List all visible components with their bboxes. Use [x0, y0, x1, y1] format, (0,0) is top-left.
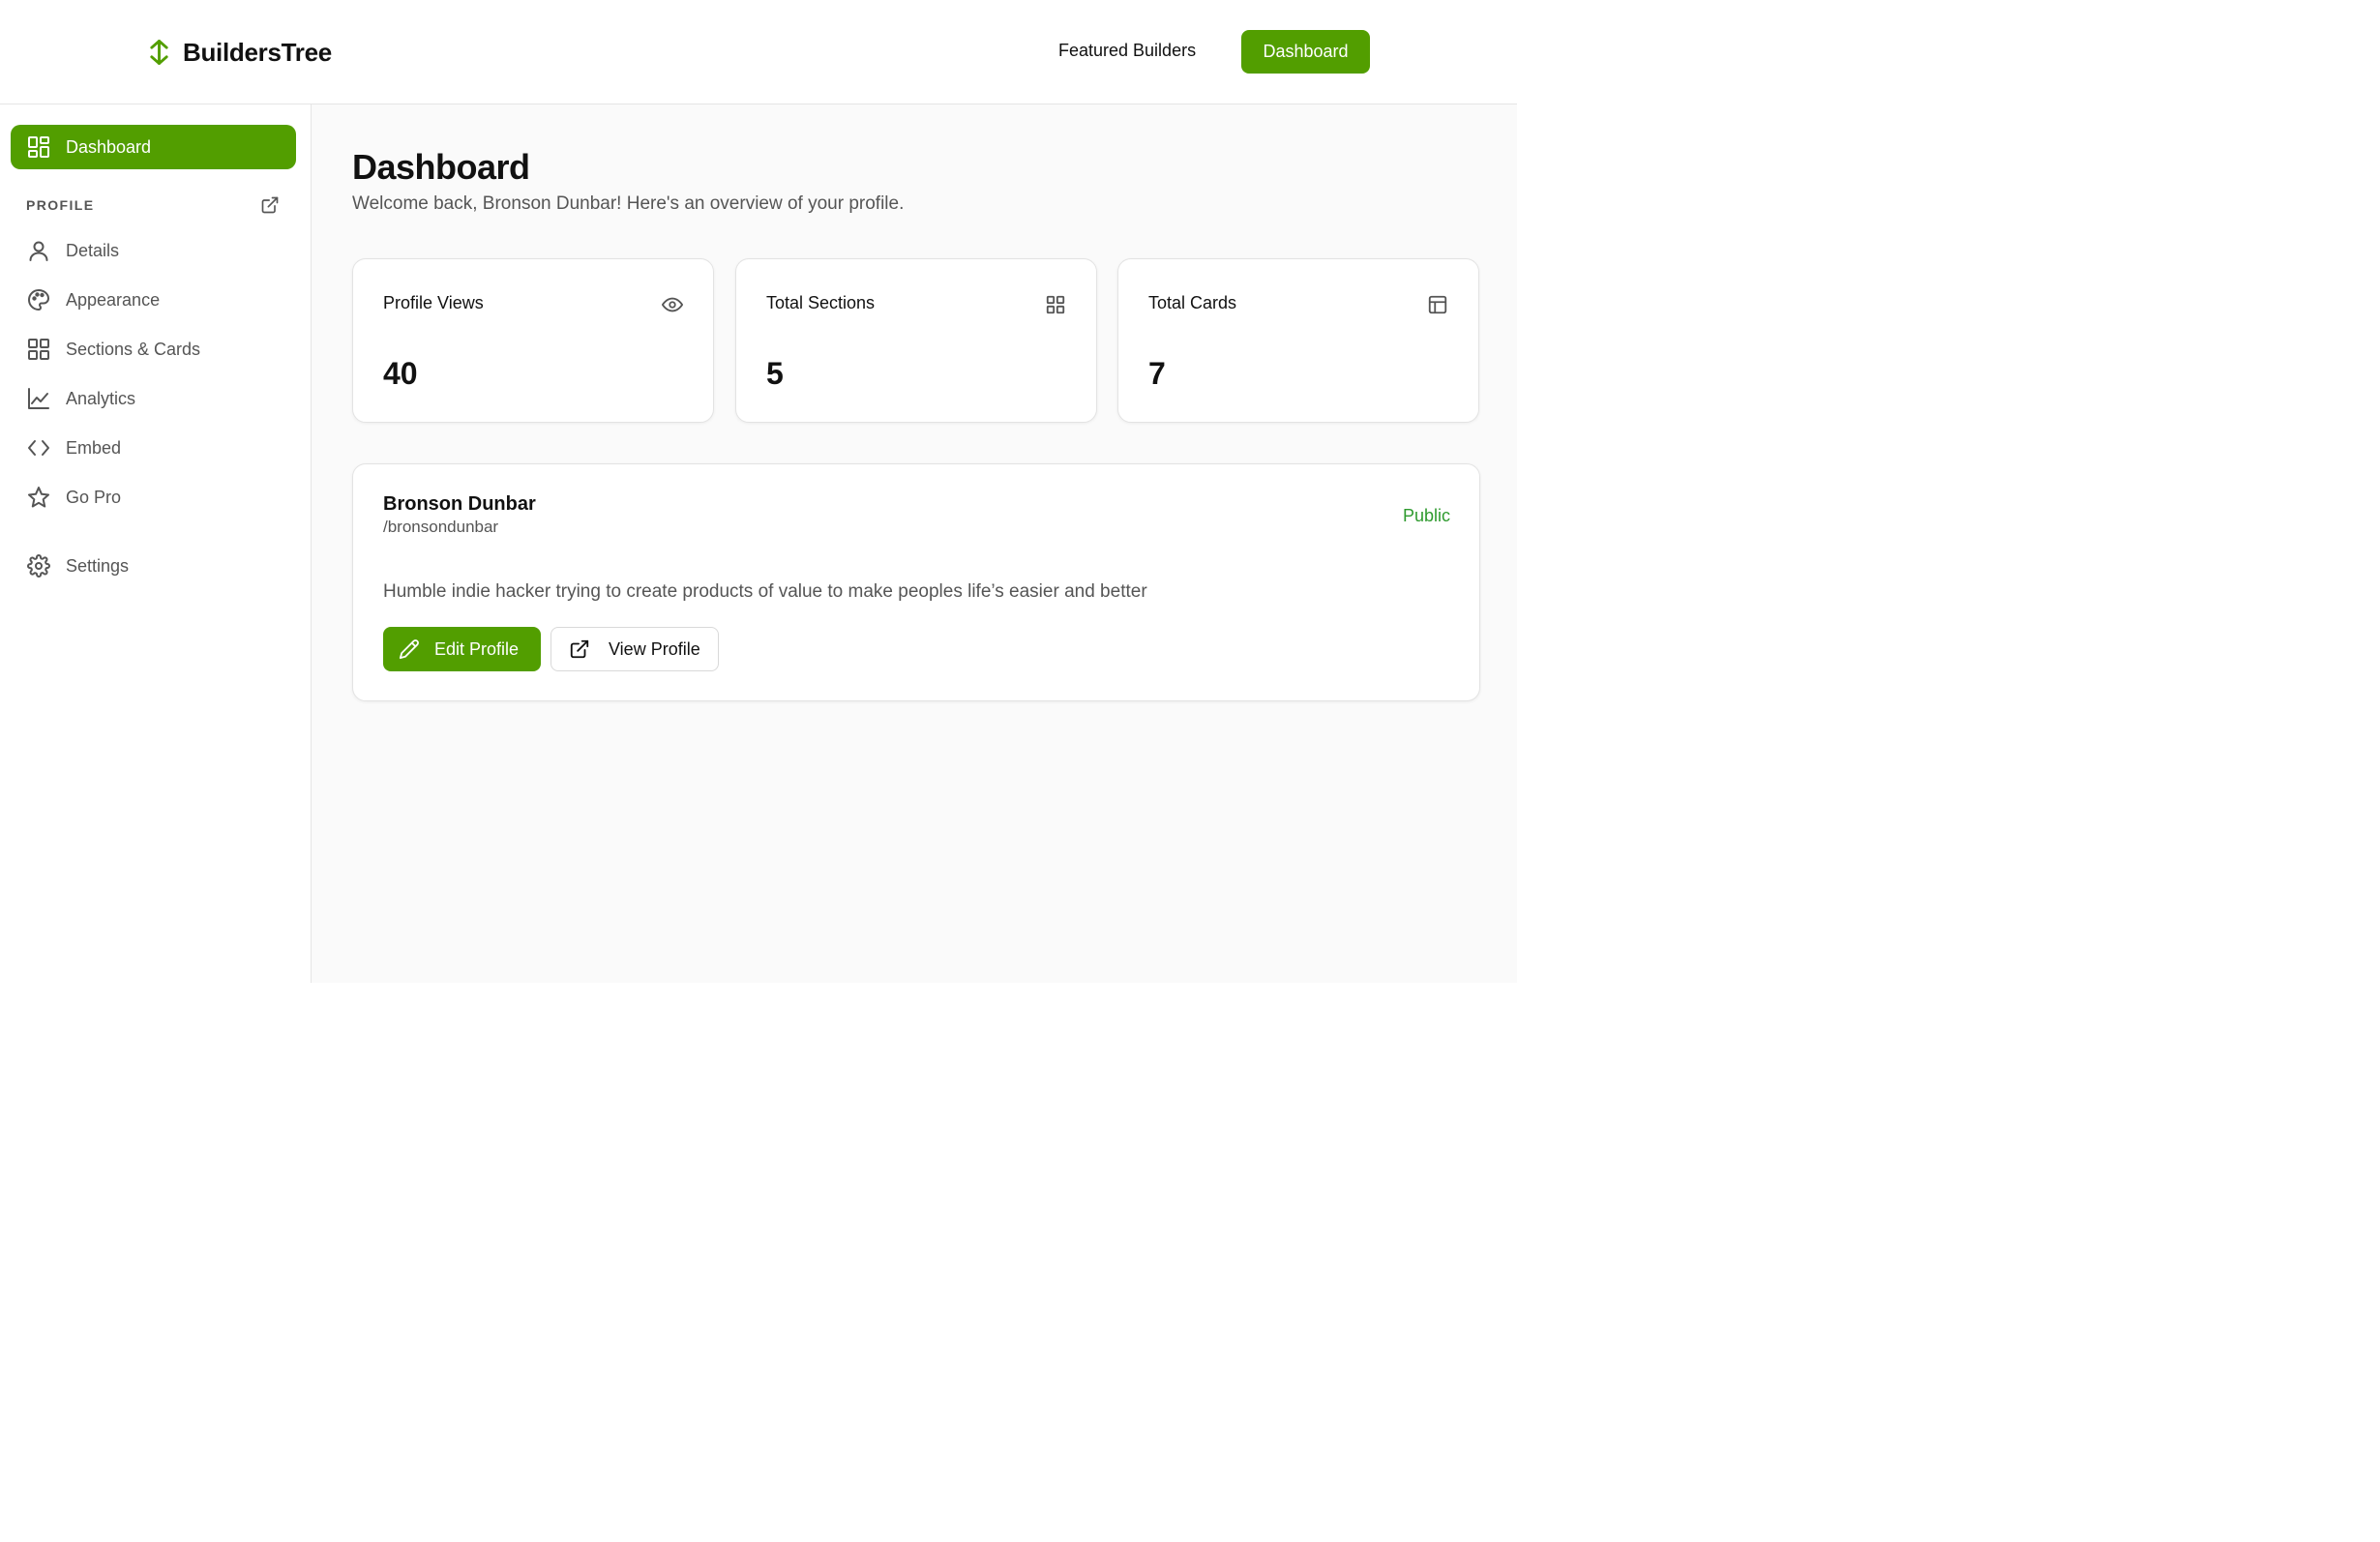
brand[interactable]: BuildersTree: [147, 37, 332, 68]
visibility-status: Public: [1402, 506, 1450, 525]
sidebar-item-label: Details: [66, 240, 120, 260]
stat-value: 7: [1148, 356, 1166, 391]
stat-card-profile-views: Profile Views 40: [352, 258, 714, 423]
profile-bio: Humble indie hacker trying to create pro…: [383, 581, 1147, 602]
user-icon: [26, 239, 50, 263]
sidebar-item-label: Analytics: [66, 388, 136, 408]
sidebar-item-go-pro[interactable]: Go Pro: [26, 481, 297, 514]
button-label: View Profile: [609, 638, 700, 659]
dashboard-icon: [26, 135, 50, 160]
profile-name: Bronson Dunbar: [383, 493, 536, 515]
sidebar: Dashboard PROFILE Details Appearance Sec…: [0, 104, 312, 983]
star-icon: [26, 486, 50, 510]
line-chart-icon: [26, 387, 50, 411]
brand-name: BuildersTree: [183, 37, 332, 67]
button-label: Edit Profile: [434, 638, 520, 659]
section-label: PROFILE: [26, 197, 95, 213]
sidebar-item-appearance[interactable]: Appearance: [26, 283, 297, 316]
stat-value: 40: [383, 356, 418, 391]
external-link-icon: [567, 638, 591, 662]
main-content: Dashboard Welcome back, Bronson Dunbar! …: [312, 104, 1517, 983]
gear-icon: [26, 554, 50, 578]
sidebar-item-details[interactable]: Details: [26, 234, 297, 267]
sidebar-item-embed[interactable]: Embed: [26, 431, 297, 464]
eye-icon: [660, 292, 684, 316]
edit-profile-button[interactable]: Edit Profile: [383, 627, 541, 671]
sidebar-item-label: Appearance: [66, 289, 161, 310]
header-dashboard-button[interactable]: Dashboard: [1241, 30, 1370, 74]
palette-icon: [26, 288, 50, 312]
stat-label: Total Cards: [1148, 293, 1237, 312]
featured-builders-link[interactable]: Featured Builders: [1058, 41, 1196, 61]
stat-label: Profile Views: [383, 293, 484, 312]
sidebar-item-label: Dashboard: [66, 136, 152, 157]
sidebar-item-sections-cards[interactable]: Sections & Cards: [26, 333, 297, 366]
profile-section-header: PROFILE: [26, 194, 282, 216]
external-link-icon[interactable]: [257, 193, 282, 218]
sidebar-item-label: Sections & Cards: [66, 339, 201, 359]
sidebar-item-settings[interactable]: Settings: [26, 549, 297, 582]
page-title: Dashboard: [352, 147, 530, 187]
layout-icon: [1425, 292, 1449, 316]
code-icon: [26, 436, 50, 460]
sidebar-item-analytics[interactable]: Analytics: [26, 382, 297, 415]
pencil-icon: [397, 638, 421, 662]
sidebar-item-dashboard[interactable]: Dashboard: [11, 125, 296, 169]
logo-icon: [147, 40, 171, 65]
profile-handle: /bronsondunbar: [383, 518, 499, 536]
view-profile-button[interactable]: View Profile: [550, 627, 719, 671]
grid-icon: [1043, 292, 1067, 316]
page-subtitle: Welcome back, Bronson Dunbar! Here's an …: [352, 193, 905, 214]
grid-icon: [26, 338, 50, 362]
sidebar-item-label: Settings: [66, 555, 130, 576]
stat-value: 5: [766, 356, 784, 391]
sidebar-item-label: Embed: [66, 437, 122, 458]
sidebar-item-label: Go Pro: [66, 487, 122, 507]
stat-card-total-sections: Total Sections 5: [735, 258, 1097, 423]
top-header: BuildersTree Featured Builders Dashboard: [0, 0, 1517, 104]
profile-summary-card: Bronson Dunbar /bronsondunbar Public Hum…: [352, 463, 1480, 701]
stat-card-total-cards: Total Cards 7: [1117, 258, 1479, 423]
stat-label: Total Sections: [766, 293, 876, 312]
